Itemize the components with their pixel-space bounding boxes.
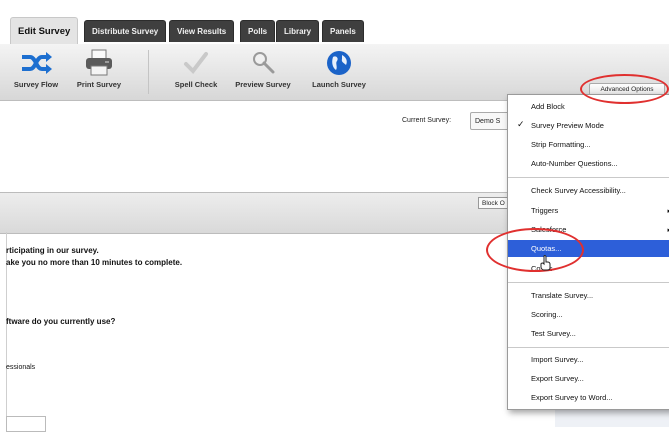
menu-item-label: Translate Survey... [531,291,594,300]
menu-item-scoring[interactable]: Scoring... [508,306,669,323]
hand-cursor-icon [540,255,551,271]
menu-item-label: Add Block [531,102,565,111]
menu-item-label: Survey Preview Mode [531,121,604,130]
menu-item-label: Auto-Number Questions... [531,159,618,168]
annotation-circle-quotas [486,228,584,272]
globe-icon [327,51,351,75]
menu-item-export-survey[interactable]: Export Survey... [508,370,669,387]
menu-item-export-survey-to-word[interactable]: Export Survey to Word... [508,389,669,406]
menu-item-import-survey[interactable]: Import Survey... [508,351,669,368]
menu-item-label: Triggers [531,206,559,215]
intro-text-line-2: ake you no more than 10 minutes to compl… [6,258,183,267]
spell-check-label: Spell Check [174,80,218,89]
launch-survey-button[interactable]: Launch Survey [304,48,374,89]
menu-item-survey-preview-mode[interactable]: ✓ Survey Preview Mode [508,117,669,134]
survey-flow-button[interactable]: Survey Flow [6,48,66,89]
survey-flow-label: Survey Flow [13,80,59,89]
launch-survey-label: Launch Survey [312,80,366,89]
menu-separator [508,282,669,283]
annotation-circle-advanced-options [580,74,669,104]
question-text: ftware do you currently use? [6,317,116,326]
preview-survey-button[interactable]: Preview Survey [228,48,298,89]
answer-choice-text: essionals [6,364,36,371]
tab-panels[interactable]: Panels [322,20,364,42]
tab-view-results[interactable]: View Results [169,20,235,42]
menu-item-test-survey[interactable]: Test Survey... [508,325,669,342]
toolbar: Survey Flow Print Survey Spell Check Pre… [0,44,669,101]
printer-icon [86,49,112,76]
menu-item-label: Test Survey... [531,329,576,338]
intro-text-line-1: rticipating in our survey. [6,246,99,255]
preview-survey-label: Preview Survey [235,80,291,89]
spell-check-icon [184,52,208,75]
tab-library[interactable]: Library [276,20,320,42]
current-survey-label: Current Survey: [402,117,452,124]
menu-item-label: Check Survey Accessibility... [531,186,626,195]
menu-item-label: Strip Formatting... [531,140,591,149]
survey-flow-icon [22,52,52,74]
menu-item-translate-survey[interactable]: Translate Survey... [508,287,669,304]
magnifier-icon [253,52,275,74]
menu-separator [508,347,669,348]
menu-item-triggers[interactable]: Triggers ▸ [508,202,669,219]
menu-item-label: Export Survey to Word... [531,393,613,402]
spell-check-button[interactable]: Spell Check [168,48,224,89]
checkmark-icon: ✓ [517,119,525,129]
menu-item-auto-number-questions[interactable]: Auto-Number Questions... [508,155,669,172]
tab-bar: Edit Survey Distribute Survey View Resul… [0,0,669,44]
menu-item-check-accessibility[interactable]: Check Survey Accessibility... [508,182,669,199]
tab-distribute-survey[interactable]: Distribute Survey [84,20,167,42]
menu-item-label: Scoring... [531,310,563,319]
tab-polls[interactable]: Polls [240,20,276,42]
menu-separator [508,177,669,178]
print-survey-button[interactable]: Print Survey [70,48,128,89]
menu-item-strip-formatting[interactable]: Strip Formatting... [508,136,669,153]
current-survey-select[interactable]: Demo S [470,112,510,130]
menu-item-label: Import Survey... [531,355,584,364]
toolbar-divider [148,50,149,94]
tab-edit-survey[interactable]: Edit Survey [10,17,79,44]
menu-item-label: Export Survey... [531,374,584,383]
text-entry-box[interactable] [6,416,46,432]
print-survey-label: Print Survey [76,80,122,89]
